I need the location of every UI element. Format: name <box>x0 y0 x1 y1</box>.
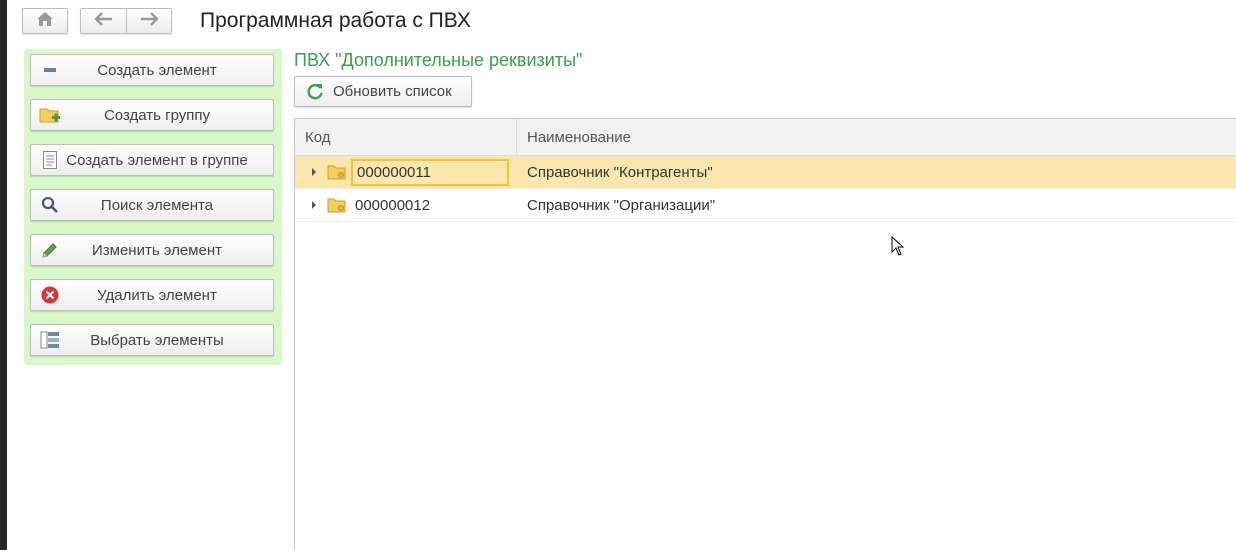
delete-element-button[interactable]: Удалить элемент <box>30 279 274 311</box>
data-table: Код Наименование 000000011 Справочник "К… <box>294 118 1236 550</box>
edit-element-button[interactable]: Изменить элемент <box>30 234 274 266</box>
history-navigation <box>80 8 172 34</box>
list-select-icon <box>39 329 61 351</box>
search-icon <box>39 194 61 216</box>
create-element-in-group-label: Создать элемент в группе <box>66 151 248 169</box>
column-header-name[interactable]: Наименование <box>517 119 631 155</box>
create-element-in-group-button[interactable]: Создать элемент в группе <box>30 144 274 176</box>
column-header-code[interactable]: Код <box>295 119 517 155</box>
code-value: 000000012 <box>355 196 431 214</box>
top-bar: Программная работа с ПВХ <box>22 6 471 36</box>
arrow-left-icon <box>93 11 114 31</box>
refresh-list-button[interactable]: Обновить список <box>294 76 472 107</box>
home-icon <box>36 11 54 32</box>
table-header: Код Наименование <box>295 119 1236 156</box>
code-value: 000000011 <box>351 158 509 186</box>
delete-element-label: Удалить элемент <box>97 286 217 304</box>
expand-arrow-icon[interactable] <box>311 201 321 209</box>
create-group-label: Создать группу <box>103 106 211 124</box>
create-group-button[interactable]: Создать группу <box>30 99 274 131</box>
code-cell: 000000011 <box>295 156 517 188</box>
table-row[interactable]: 000000012 Справочник "Организации" <box>295 189 1236 222</box>
forward-button[interactable] <box>126 8 172 34</box>
search-element-button[interactable]: Поиск элемента <box>30 189 274 221</box>
pencil-icon <box>39 239 61 261</box>
page-title: Программная работа с ПВХ <box>200 9 471 32</box>
name-value: Справочник "Контрагенты" <box>527 163 713 181</box>
folder-add-icon <box>39 104 61 126</box>
back-button[interactable] <box>80 8 126 34</box>
folder-icon <box>327 197 347 213</box>
select-elements-label: Выбрать элементы <box>90 331 224 349</box>
refresh-list-label: Обновить список <box>333 83 452 100</box>
dash-icon <box>39 59 61 81</box>
table-row[interactable]: 000000011 Справочник "Контрагенты" <box>295 156 1236 189</box>
search-element-label: Поиск элемента <box>100 196 214 214</box>
folder-icon <box>327 164 347 180</box>
form-title: ПВХ "Дополнительные реквизиты" <box>294 50 583 70</box>
code-cell: 000000012 <box>295 189 517 221</box>
edit-element-label: Изменить элемент <box>91 241 223 259</box>
expand-arrow-icon[interactable] <box>311 168 321 176</box>
window-edge <box>0 0 7 550</box>
document-icon <box>39 149 61 171</box>
create-element-button[interactable]: Создать элемент <box>30 54 274 86</box>
home-button[interactable] <box>22 8 68 34</box>
name-value: Справочник "Организации" <box>527 196 716 214</box>
select-elements-button[interactable]: Выбрать элементы <box>30 324 274 356</box>
command-panel: Создать элемент Создать группу Создать э… <box>24 49 282 365</box>
refresh-icon <box>305 82 325 102</box>
create-element-label: Создать элемент <box>97 61 217 79</box>
arrow-right-icon <box>139 11 159 31</box>
delete-icon <box>39 284 61 306</box>
mouse-cursor-icon <box>891 235 905 261</box>
